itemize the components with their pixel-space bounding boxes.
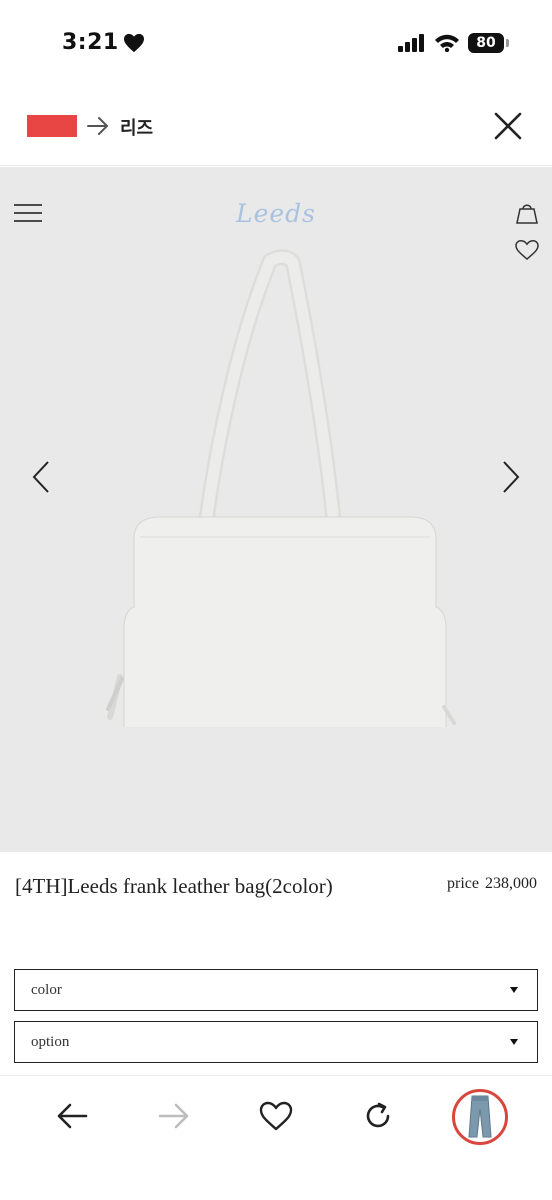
price-value: 238,000 <box>485 875 537 892</box>
battery-level: 80 <box>476 35 496 51</box>
favorite-button[interactable] <box>256 1096 296 1136</box>
price-label: price <box>447 875 479 892</box>
shopping-bag-icon[interactable] <box>514 201 540 225</box>
chevron-left-icon[interactable] <box>28 459 54 495</box>
arrow-right-icon <box>87 117 108 135</box>
battery-icon: 80 <box>468 33 509 53</box>
product-image <box>106 249 456 727</box>
caret-down-icon <box>510 987 518 993</box>
close-icon[interactable] <box>492 110 524 142</box>
wifi-icon <box>435 34 459 52</box>
arrow-left-icon <box>57 1103 88 1129</box>
color-select[interactable]: color <box>14 969 538 1011</box>
jeans-thumbnail-icon <box>468 1095 492 1138</box>
caret-down-icon <box>510 1039 518 1045</box>
status-bar: 3:21 80 <box>0 0 552 90</box>
forward-button[interactable] <box>154 1096 194 1136</box>
refresh-icon <box>366 1102 390 1128</box>
product-price: price 238,000 <box>447 875 537 893</box>
product-title: [4TH]Leeds frank leather bag(2color) <box>15 874 333 898</box>
signal-icon <box>398 34 424 52</box>
target-language[interactable]: 리즈 <box>120 114 153 140</box>
heart-icon <box>259 1101 293 1131</box>
color-select-label: color <box>31 982 62 998</box>
wishlist-icon[interactable] <box>514 239 540 261</box>
chevron-right-icon[interactable] <box>498 459 524 495</box>
brand-logo[interactable]: Leeds <box>0 199 552 228</box>
source-language-flag[interactable] <box>27 115 77 137</box>
tab-thumbnail[interactable] <box>452 1089 508 1145</box>
option-select-label: option <box>31 1034 70 1050</box>
option-select[interactable]: option <box>14 1021 538 1063</box>
translate-bar: 리즈 <box>0 90 552 166</box>
heart-icon <box>123 33 144 52</box>
status-time: 3:21 <box>62 30 145 55</box>
back-button[interactable] <box>52 1096 92 1136</box>
arrow-right-icon <box>158 1103 189 1129</box>
product-gallery: Leeds <box>0 167 552 852</box>
refresh-button[interactable] <box>358 1096 398 1136</box>
status-icons: 80 <box>398 33 509 53</box>
browser-toolbar <box>0 1075 552 1200</box>
time-text: 3:21 <box>62 30 119 55</box>
